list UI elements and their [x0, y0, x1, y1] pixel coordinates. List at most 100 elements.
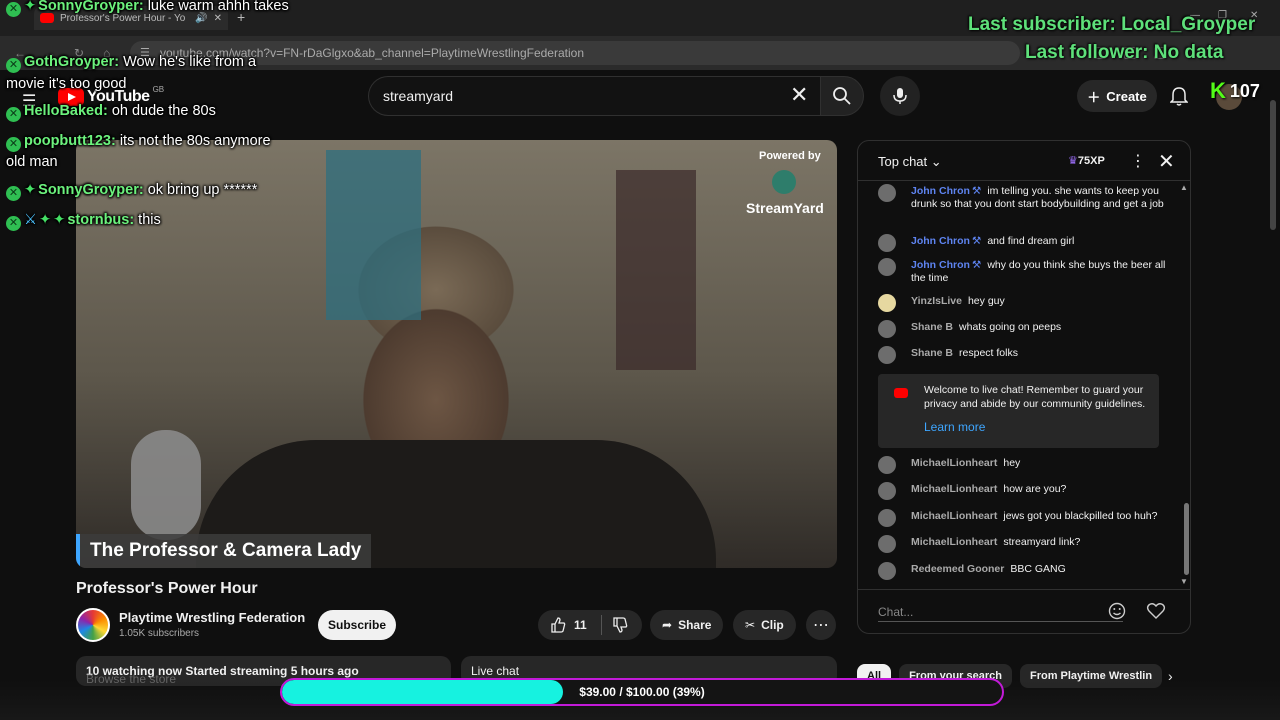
create-button[interactable]: ＋ Create [1077, 80, 1157, 112]
chat-message[interactable]: John Chron ⚒ and find dream girl [878, 234, 1168, 252]
chat-message[interactable]: MichaelLionheart jews got you blackpilled… [878, 509, 1168, 527]
overlay-chat-text: this [138, 212, 161, 228]
thumbs-up-icon [551, 617, 566, 633]
search-icon [833, 87, 851, 105]
share-button[interactable]: ➦ Share [650, 610, 724, 640]
chat-message[interactable]: John Chron ⚒ im telling you. she wants to … [878, 184, 1168, 212]
gem-badge-icon: ✦ [53, 212, 66, 228]
chat-author-avatar[interactable] [878, 184, 896, 202]
chat-author-name[interactable]: John Chron [911, 235, 970, 247]
chat-author-avatar[interactable] [878, 320, 896, 338]
gem-badge-icon: ✦ [24, 182, 37, 198]
chat-author-avatar[interactable] [878, 562, 896, 580]
chat-author-avatar[interactable] [878, 294, 896, 312]
overlay-chat-user: GothGroyper: [24, 54, 120, 70]
kick-badge-icon: ✕ [6, 2, 21, 17]
overlay-last-follower: Last follower: No data [1025, 42, 1224, 63]
chat-author-name[interactable]: Redeemed Gooner [911, 563, 1004, 575]
gem-badge-icon: ✦ [39, 212, 52, 228]
chat-author-name[interactable]: MichaelLionheart [911, 457, 997, 469]
subscriber-count: 1.05K subscribers [119, 628, 200, 639]
like-count: 11 [574, 618, 587, 632]
overlay-chat-text: ok bring up ****** [147, 182, 258, 198]
chat-author-name[interactable]: YinzIsLive [911, 295, 962, 307]
overlay-chat-feed: ✕ ✦ SonnyGroyper: luke warm ahhh takes ✕ Goth… [0, 0, 320, 240]
chat-message[interactable]: Shane B whats going on peeps [878, 320, 1168, 338]
search-button[interactable] [820, 76, 864, 116]
chat-message[interactable]: YinzIsLive hey guy [878, 294, 1168, 312]
subscribe-button[interactable]: Subscribe [318, 610, 396, 640]
scroll-up-icon[interactable]: ▲ [1180, 183, 1188, 192]
close-chat-icon[interactable]: ✕ [1158, 149, 1175, 174]
chat-author-avatar[interactable] [878, 258, 896, 276]
scissors-icon: ✂ [745, 618, 756, 632]
show-support-button[interactable] [1146, 601, 1166, 626]
emoji-button[interactable] [1108, 602, 1126, 625]
chat-author-avatar[interactable] [878, 456, 896, 474]
chat-scrollbar[interactable] [1184, 503, 1189, 575]
chat-author-name[interactable]: John Chron [911, 185, 970, 197]
sword-badge-icon: ⚔ [24, 212, 37, 228]
chat-message[interactable]: MichaelLionheart streamyard link? [878, 535, 1168, 553]
chat-author-avatar[interactable] [878, 346, 896, 364]
overlay-chat-line: ✕ ⚔ ✦ ✦ stornbus: this [6, 210, 161, 231]
lower-third-banner: The Professor & Camera Lady [76, 534, 372, 568]
thumbs-down-icon [613, 617, 628, 633]
microphone-icon [893, 88, 907, 104]
like-button[interactable]: 11 [538, 615, 602, 635]
moderator-wrench-icon: ⚒ [971, 259, 982, 271]
chat-author-avatar[interactable] [878, 234, 896, 252]
chat-message[interactable]: Redeemed Gooner BBC GANG [878, 562, 1168, 580]
chat-author-avatar[interactable] [878, 482, 896, 500]
scroll-down-icon[interactable]: ▼ [1180, 577, 1188, 586]
gem-badge-icon: ✦ [24, 0, 37, 14]
channel-avatar[interactable] [76, 608, 110, 642]
voice-search-button[interactable] [880, 76, 920, 116]
channel-name[interactable]: Playtime Wrestling Federation [119, 610, 305, 625]
overlay-chat-line: old man [6, 152, 58, 172]
chat-options-icon[interactable]: ⋮ [1130, 151, 1146, 171]
chat-author-avatar[interactable] [878, 535, 896, 553]
chat-input[interactable] [878, 602, 1123, 622]
chat-header: Top chat ⌄ ♛75XP ⋮ ✕ [858, 141, 1190, 181]
chat-message[interactable]: MichaelLionheart hey [878, 456, 1168, 474]
chat-message[interactable]: John Chron ⚒ why do you think she buys the… [878, 258, 1168, 286]
chat-author-name[interactable]: MichaelLionheart [911, 483, 997, 495]
streamyard-logo: StreamYard [746, 200, 824, 216]
search-input[interactable]: streamyard [368, 76, 824, 116]
live-chat-panel: Top chat ⌄ ♛75XP ⋮ ✕ John Chron ⚒ im telli… [857, 140, 1191, 634]
overlay-kick-viewers: K 107 [1210, 78, 1260, 104]
chat-author-name[interactable]: Shane B [911, 321, 953, 333]
clip-button[interactable]: ✂ Clip [733, 610, 796, 640]
overlay-chat-user: HelloBaked: [24, 103, 108, 119]
page-scrollbar[interactable] [1270, 100, 1276, 230]
chat-author-name[interactable]: MichaelLionheart [911, 536, 997, 548]
chat-author-avatar[interactable] [878, 509, 896, 527]
overlay-chat-line: ✕ HelloBaked: oh dude the 80s [6, 101, 216, 122]
chat-author-name[interactable]: Shane B [911, 347, 953, 359]
notifications-button[interactable] [1169, 86, 1189, 111]
chat-author-name[interactable]: John Chron [911, 259, 970, 271]
learn-more-link[interactable]: Learn more [924, 420, 985, 434]
chat-input-row [858, 589, 1190, 633]
overlay-chat-text: old man [6, 154, 58, 170]
chat-author-name[interactable]: MichaelLionheart [911, 510, 997, 522]
chat-message-text: how are you? [1003, 483, 1067, 495]
overlay-chat-user: SonnyGroyper: [38, 0, 144, 14]
overlay-chat-line: movie it's too good [6, 74, 126, 94]
overlay-chat-line: ✕ ✦ SonnyGroyper: luke warm ahhh takes [6, 0, 289, 17]
clear-search-icon[interactable]: ✕ [790, 84, 808, 106]
chat-message-text: streamyard link? [1003, 536, 1081, 548]
xp-badge[interactable]: ♛75XP [1068, 154, 1105, 167]
overlay-chat-text: oh dude the 80s [111, 103, 216, 119]
chat-message-text: BBC GANG [1010, 563, 1066, 575]
powered-by-label: Powered by [759, 150, 821, 162]
top-chat-dropdown[interactable]: Top chat ⌄ [878, 154, 942, 170]
moderator-wrench-icon: ⚒ [971, 185, 982, 197]
more-actions-button[interactable]: ⋯ [806, 610, 836, 640]
dislike-button[interactable] [602, 617, 628, 633]
chat-message[interactable]: Shane B respect folks [878, 346, 1168, 364]
overlay-chat-line: ✕ poopbutt123: its not the 80s anymore [6, 131, 271, 152]
emoji-icon [1108, 602, 1126, 620]
chat-message[interactable]: MichaelLionheart how are you? [878, 482, 1168, 500]
